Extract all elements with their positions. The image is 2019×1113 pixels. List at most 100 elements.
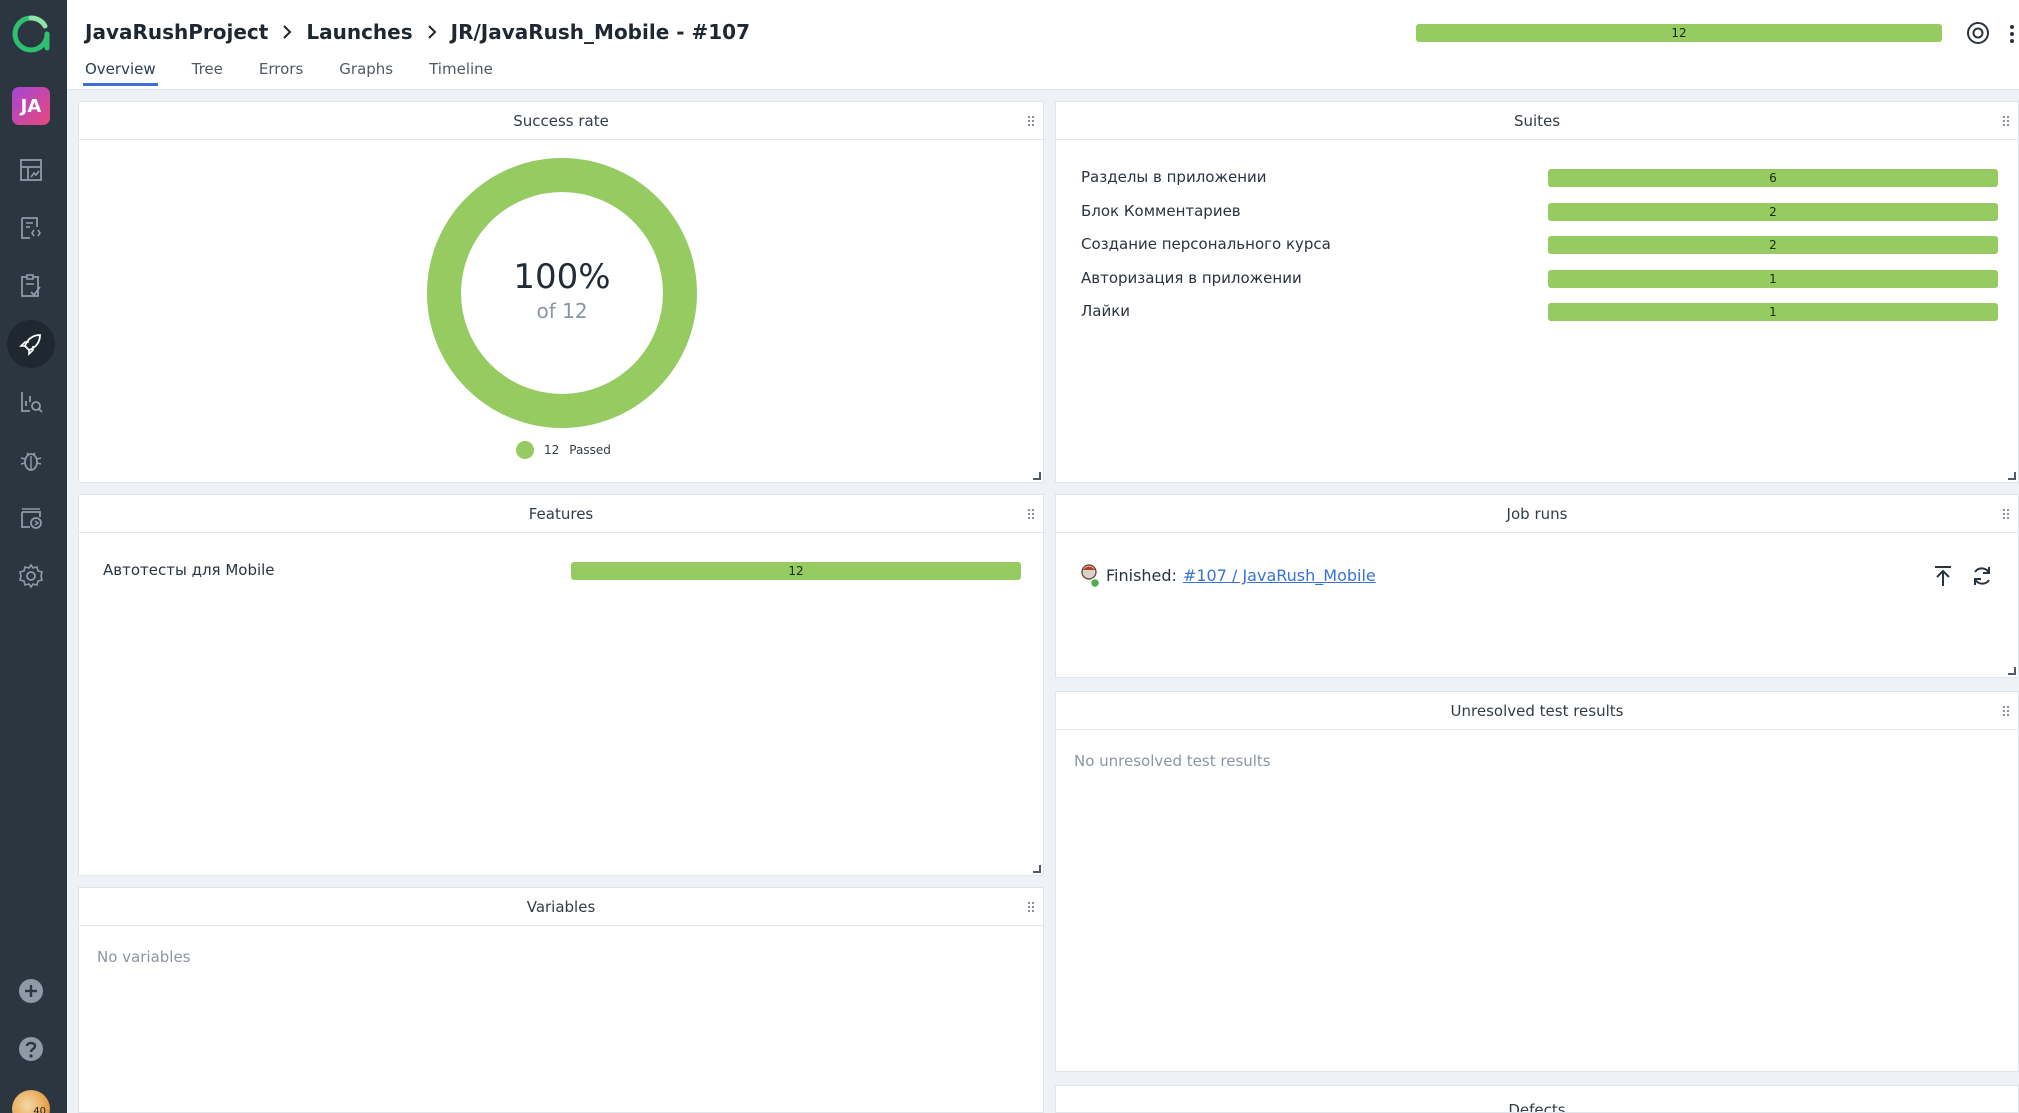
suite-row-label[interactable]: Блок Комментариев <box>1081 202 1241 220</box>
donut-center: 100% of 12 <box>484 257 640 323</box>
job-run-row: Finished: #107 / JavaRush_Mobile <box>1106 566 1376 585</box>
dashboard-icon <box>20 159 42 181</box>
plus-icon <box>19 979 43 1003</box>
drag-handle-icon[interactable] <box>1027 508 1035 520</box>
donut-legend: 12 Passed <box>516 441 611 459</box>
drag-handle-icon[interactable] <box>2002 115 2010 127</box>
sidebar-item-help[interactable] <box>7 1025 55 1073</box>
job-run-link[interactable]: #107 / JavaRush_Mobile <box>1183 566 1376 585</box>
widget-title: Suites <box>1056 102 2018 140</box>
launch-total-count: 12 <box>1671 26 1687 40</box>
tab-timeline[interactable]: Timeline <box>429 60 493 86</box>
resize-handle[interactable] <box>1033 865 1041 873</box>
launch-status-bar: 12 <box>1416 24 1942 42</box>
upload-icon[interactable] <box>1931 564 1955 588</box>
suite-row-bar[interactable]: 2 <box>1548 236 1998 254</box>
job-run-status: Finished: <box>1106 566 1177 585</box>
widget-title: Success rate <box>79 102 1043 140</box>
tabs: Overview Tree Errors Graphs Timeline <box>83 60 529 86</box>
success-percent: 100% <box>513 257 611 297</box>
widget-title: Defects <box>1056 1086 2018 1113</box>
suite-row-label[interactable]: Разделы в приложении <box>1081 168 1267 186</box>
success-of-total: of 12 <box>536 299 588 323</box>
sidebar-item-test-cases[interactable] <box>7 204 55 252</box>
suite-row-count: 1 <box>1769 272 1777 286</box>
breadcrumb: JavaRushProject Launches JR/JavaRush_Mob… <box>85 20 750 44</box>
legend-label: Passed <box>569 443 611 457</box>
suite-row-count: 2 <box>1769 205 1777 219</box>
jobs-icon <box>21 508 42 529</box>
job-runs-widget: Job runs Finished: #107 / JavaRush_Mobil… <box>1055 494 2019 678</box>
tab-errors[interactable]: Errors <box>259 60 303 86</box>
gear-icon <box>19 563 43 589</box>
suite-row-count: 2 <box>1769 238 1777 252</box>
defects-widget: Defects <box>1055 1085 2019 1113</box>
chevron-right-icon <box>427 25 437 39</box>
suite-row-bar[interactable]: 1 <box>1548 270 1998 288</box>
resize-handle[interactable] <box>2008 667 2016 675</box>
allure-logo-icon[interactable] <box>11 14 51 54</box>
rocket-icon <box>19 334 41 356</box>
feature-row-label[interactable]: Автотесты для Mobile <box>103 561 275 579</box>
features-title: Features <box>528 504 594 523</box>
refresh-icon[interactable] <box>1970 564 1994 588</box>
widget-title: Unresolved test results <box>1056 692 2018 730</box>
breadcrumb-launch: JR/JavaRush_Mobile - #107 <box>450 20 751 44</box>
sidebar: JA 40 <box>0 0 67 1113</box>
success-rate-widget: Success rate 100% of 12 12 Passed <box>78 101 1044 483</box>
analytics-icon <box>21 392 43 413</box>
resize-handle[interactable] <box>1033 472 1041 480</box>
project-avatar[interactable]: JA <box>12 87 50 125</box>
job-runs-title: Job runs <box>1506 504 1568 523</box>
drag-handle-icon[interactable] <box>2002 705 2010 717</box>
bug-icon <box>20 452 42 471</box>
suite-row-count: 1 <box>1769 305 1777 319</box>
variables-widget: Variables No variables <box>78 887 1044 1113</box>
suites-widget: Suites Разделы в приложении 6 Блок Комме… <box>1055 101 2019 483</box>
tab-overview[interactable]: Overview <box>83 60 158 86</box>
page-header: JavaRushProject Launches JR/JavaRush_Mob… <box>67 0 2019 90</box>
sidebar-item-launches[interactable] <box>7 320 55 368</box>
sidebar-item-add[interactable] <box>7 967 55 1015</box>
suite-row-label[interactable]: Авторизация в приложении <box>1081 269 1302 287</box>
suite-row-label[interactable]: Лайки <box>1081 302 1130 320</box>
breadcrumb-launches[interactable]: Launches <box>306 20 412 44</box>
suite-row-bar[interactable]: 2 <box>1548 203 1998 221</box>
help-icon <box>19 1037 43 1061</box>
sidebar-item-test-plans[interactable] <box>7 262 55 310</box>
user-avatar[interactable]: 40 <box>12 1090 50 1113</box>
more-options-icon[interactable] <box>2007 22 2017 46</box>
sidebar-item-dashboards[interactable] <box>7 146 55 194</box>
suites-title: Suites <box>1513 111 1561 130</box>
sidebar-item-analytics[interactable] <box>7 378 55 426</box>
features-widget: Features Автотесты для Mobile 12 <box>78 494 1044 876</box>
chevron-right-icon <box>283 25 292 39</box>
launch-status-icon[interactable] <box>1965 20 1991 46</box>
breadcrumb-project[interactable]: JavaRushProject <box>85 20 268 44</box>
success-rate-title: Success rate <box>513 111 609 130</box>
suite-row-bar[interactable]: 6 <box>1548 169 1998 187</box>
tab-graphs[interactable]: Graphs <box>339 60 393 86</box>
variables-empty: No variables <box>97 948 191 966</box>
defects-title: Defects <box>1508 1101 1566 1113</box>
widget-title: Variables <box>79 888 1043 926</box>
test-cases-icon <box>21 217 41 239</box>
tab-tree[interactable]: Tree <box>192 60 223 86</box>
drag-handle-icon[interactable] <box>2002 508 2010 520</box>
unresolved-title: Unresolved test results <box>1450 701 1624 720</box>
sidebar-item-settings[interactable] <box>7 552 55 600</box>
jenkins-icon <box>1081 564 1100 589</box>
widget-title: Job runs <box>1056 495 2018 533</box>
sidebar-item-defects[interactable] <box>7 436 55 484</box>
drag-handle-icon[interactable] <box>1027 901 1035 913</box>
feature-row-bar[interactable]: 12 <box>571 562 1021 580</box>
unresolved-empty: No unresolved test results <box>1074 752 1271 770</box>
suite-row-label[interactable]: Создание персонального курса <box>1081 235 1331 253</box>
drag-handle-icon[interactable] <box>1027 115 1035 127</box>
user-badge: 40 <box>33 1106 46 1113</box>
suite-row-bar[interactable]: 1 <box>1548 303 1998 321</box>
suite-row-count: 6 <box>1769 171 1777 185</box>
resize-handle[interactable] <box>2008 472 2016 480</box>
sidebar-item-jobs[interactable] <box>7 494 55 542</box>
test-plans-icon <box>21 274 41 297</box>
